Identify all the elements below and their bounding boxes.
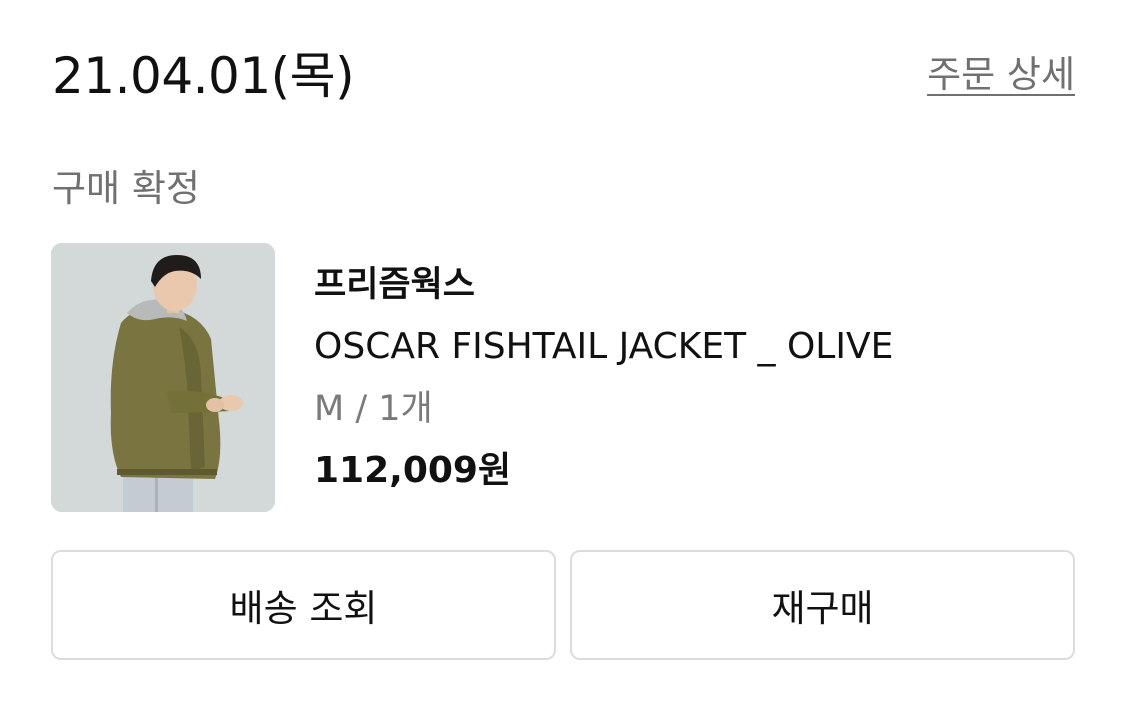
product-info: 프리즘웍스 OSCAR FISHTAIL JACKET _ OLIVE M / … [314,258,1074,498]
product-price: 112,009원 [314,450,512,491]
order-date: 21.04.01(목) [52,47,355,105]
reorder-button[interactable]: 재구매 [570,550,1075,660]
product-option: M / 1개 [314,389,433,429]
product-photo-icon [51,243,275,512]
order-detail-link[interactable]: 주문 상세 [927,50,1075,100]
brand-name[interactable]: 프리즘웍스 [314,258,1074,312]
product-thumbnail[interactable] [51,243,275,512]
order-status: 구매 확정 [52,167,200,210]
product-name[interactable]: OSCAR FISHTAIL JACKET _ OLIVE [314,320,1074,374]
delivery-tracking-button[interactable]: 배송 조회 [51,550,556,660]
order-card: 21.04.01(목) 주문 상세 구매 확정 프리즘웍스 OSCAR FISH… [0,0,1125,713]
